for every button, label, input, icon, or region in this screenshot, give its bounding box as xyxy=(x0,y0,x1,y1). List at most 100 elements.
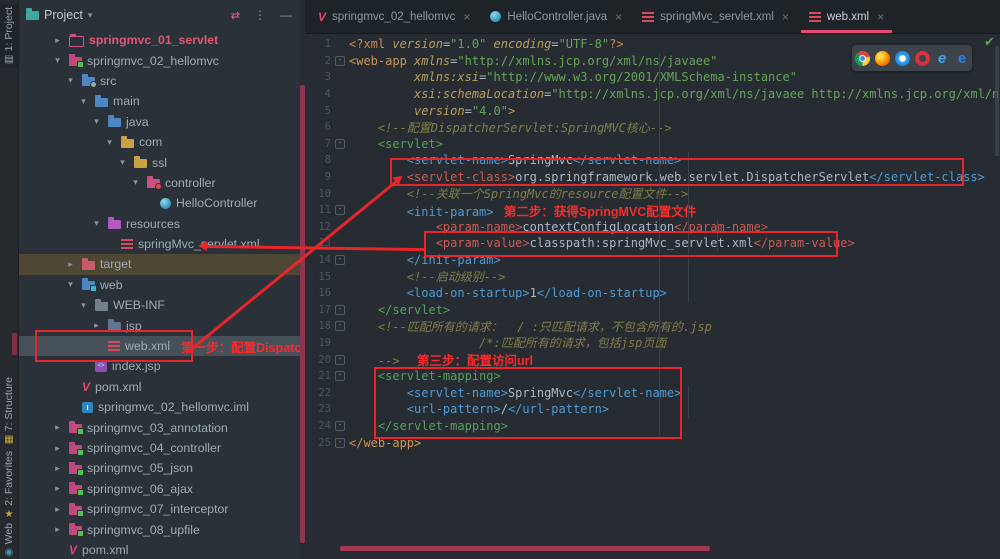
tree-item-pom-xml[interactable]: Vpom.xml xyxy=(18,540,300,559)
folder-icon xyxy=(95,98,108,107)
code-text: --> 第三步：配置访问url xyxy=(349,350,533,369)
tree-item-springmvc-04-controller[interactable]: ▸springmvc_04_controller xyxy=(18,438,300,458)
project-panel-scrollbar[interactable] xyxy=(300,85,305,543)
tree-item-hellocontroller[interactable]: HelloController xyxy=(18,193,300,213)
editor-tab-hellocontroller-java[interactable]: HelloController.java× xyxy=(480,0,632,33)
fold-marker-icon[interactable]: - xyxy=(335,139,345,149)
syntax-txt: SpringMvc xyxy=(508,386,573,400)
tree-chevron-icon[interactable]: ▾ xyxy=(103,137,116,148)
tree-chevron-icon[interactable]: ▸ xyxy=(64,259,77,270)
java-class-icon xyxy=(490,11,501,22)
tree-chevron-icon[interactable]: ▾ xyxy=(116,157,129,168)
fold-gutter: - xyxy=(331,371,349,381)
tree-item-springmvc-05-json[interactable]: ▸springmvc_05_json xyxy=(18,458,300,478)
tree-chevron-icon[interactable]: ▾ xyxy=(64,279,77,290)
firefox-browser-icon[interactable] xyxy=(875,51,890,66)
close-tab-icon[interactable]: × xyxy=(615,10,622,24)
tree-chevron-icon[interactable]: ▸ xyxy=(51,443,64,454)
editor-pane[interactable]: Vspringmvc_02_hellomvc×HelloController.j… xyxy=(305,0,1000,559)
safari-browser-icon[interactable] xyxy=(895,51,910,66)
hide-panel-icon[interactable]: — xyxy=(280,8,292,22)
chrome-browser-icon[interactable] xyxy=(855,51,870,66)
tree-item-springmvc-01-servlet[interactable]: ▸springmvc_01_servlet xyxy=(18,30,300,50)
tree-chevron-icon[interactable]: ▸ xyxy=(51,463,64,474)
line-number: 15 xyxy=(305,271,331,283)
locate-icon[interactable]: ⇄ xyxy=(231,9,240,22)
tree-chevron-icon[interactable]: ▾ xyxy=(77,300,90,311)
tree-item-web-xml[interactable]: web.xml第一步：配置DispatchServlet xyxy=(18,336,300,356)
syntax-tag3: </load-on-startup> xyxy=(537,286,667,300)
opera-browser-icon[interactable] xyxy=(915,51,930,66)
more-options-icon[interactable]: ⋮ xyxy=(254,8,266,22)
fold-gutter: - xyxy=(331,438,349,448)
editor-vertical-scrollbar[interactable] xyxy=(995,46,999,156)
tree-item-main[interactable]: ▾main xyxy=(18,91,300,111)
fold-gutter: - xyxy=(331,205,349,215)
tree-item-src[interactable]: ▾src xyxy=(18,71,300,91)
tree-chevron-icon[interactable]: ▸ xyxy=(51,524,64,535)
tree-item-ssl[interactable]: ▾ssl xyxy=(18,152,300,172)
editor-tab-web-xml[interactable]: web.xml× xyxy=(799,0,894,33)
tree-item-jsp[interactable]: ▸jsp xyxy=(18,315,300,335)
code-text: <param-name>contextConfigLocation</param… xyxy=(349,220,768,234)
code-text: <url-pattern>/</url-pattern> xyxy=(349,402,609,416)
close-tab-icon[interactable]: × xyxy=(877,10,884,24)
tool-window-button-web[interactable]: Web◉ xyxy=(0,520,18,559)
tool-window-button--structure[interactable]: 7: Structure▦ xyxy=(0,374,18,448)
fold-marker-icon[interactable]: - xyxy=(335,321,345,331)
chevron-down-icon[interactable]: ▾ xyxy=(88,10,93,21)
syntax-tag3: </servlet-name> xyxy=(573,153,681,167)
syntax-txt xyxy=(349,402,407,416)
code-area[interactable]: 1<?xml version="1.0" encoding="UTF-8"?>2… xyxy=(305,36,1000,451)
fold-marker-icon[interactable]: - xyxy=(335,438,345,448)
fold-marker-icon[interactable]: - xyxy=(335,305,345,315)
tree-item-target[interactable]: ▸target xyxy=(18,254,300,274)
tree-chevron-icon[interactable]: ▾ xyxy=(90,218,103,229)
tool-window-button--favorites[interactable]: 2: Favorites★ xyxy=(0,448,18,523)
tree-chevron-icon[interactable]: ▾ xyxy=(51,55,64,66)
folder-icon xyxy=(82,77,95,86)
syntax-tag3: <load-on-startup> xyxy=(407,286,530,300)
tree-item-resources[interactable]: ▾resources xyxy=(18,214,300,234)
jsp-file-icon: <> xyxy=(95,360,107,372)
tree-item-controller[interactable]: ▾controller xyxy=(18,173,300,193)
xml-file-icon xyxy=(108,341,120,351)
tree-item-web-inf[interactable]: ▾WEB-INF xyxy=(18,295,300,315)
tree-chevron-icon[interactable]: ▸ xyxy=(51,422,64,433)
tree-item-web[interactable]: ▾web xyxy=(18,275,300,295)
editor-tab-springmvc-02-hellomvc[interactable]: Vspringmvc_02_hellomvc× xyxy=(308,0,480,33)
tree-item-springmvc-02-hellomvc[interactable]: ▾springmvc_02_hellomvc xyxy=(18,50,300,70)
edge-browser-icon[interactable]: e xyxy=(955,51,970,66)
tree-item-springmvc-03-annotation[interactable]: ▸springmvc_03_annotation xyxy=(18,417,300,437)
editor-horizontal-scrollbar[interactable] xyxy=(340,546,710,551)
tree-item-java[interactable]: ▾java xyxy=(18,112,300,132)
close-tab-icon[interactable]: × xyxy=(463,10,470,24)
tree-chevron-icon[interactable]: ▸ xyxy=(90,320,103,331)
tree-chevron-icon[interactable]: ▾ xyxy=(77,96,90,107)
tree-chevron-icon[interactable]: ▾ xyxy=(129,177,142,188)
ie-browser-icon[interactable]: e xyxy=(935,51,950,66)
tree-chevron-icon[interactable]: ▾ xyxy=(90,116,103,127)
tree-item-pom-xml[interactable]: Vpom.xml xyxy=(18,377,300,397)
tree-item-springmvc-servlet-xml[interactable]: springMvc_servlet.xml xyxy=(18,234,300,254)
tree-chevron-icon[interactable]: ▸ xyxy=(51,504,64,515)
fold-marker-icon[interactable]: - xyxy=(335,355,345,365)
line-number: 23 xyxy=(305,403,331,415)
tree-item-springmvc-07-interceptor[interactable]: ▸springmvc_07_interceptor xyxy=(18,499,300,519)
tree-chevron-icon[interactable]: ▸ xyxy=(51,35,64,46)
tool-window-button--project[interactable]: 1: Project▤ xyxy=(0,4,18,68)
close-tab-icon[interactable]: × xyxy=(782,10,789,24)
tree-item-com[interactable]: ▾com xyxy=(18,132,300,152)
tree-item-springmvc-02-hellomvc-iml[interactable]: Ispringmvc_02_hellomvc.iml xyxy=(18,397,300,417)
tree-item-index-jsp[interactable]: <>index.jsp xyxy=(18,356,300,376)
fold-marker-icon[interactable]: - xyxy=(335,56,345,66)
tree-item-springmvc-08-upfile[interactable]: ▸springmvc_08_upfile xyxy=(18,519,300,539)
tree-chevron-icon[interactable]: ▾ xyxy=(64,75,77,86)
fold-marker-icon[interactable]: - xyxy=(335,205,345,215)
fold-marker-icon[interactable]: - xyxy=(335,371,345,381)
fold-marker-icon[interactable]: - xyxy=(335,421,345,431)
fold-marker-icon[interactable]: - xyxy=(335,255,345,265)
tree-chevron-icon[interactable]: ▸ xyxy=(51,483,64,494)
editor-tab-springmvc-servlet-xml[interactable]: springMvc_servlet.xml× xyxy=(632,0,799,33)
tree-item-springmvc-06-ajax[interactable]: ▸springmvc_06_ajax xyxy=(18,479,300,499)
